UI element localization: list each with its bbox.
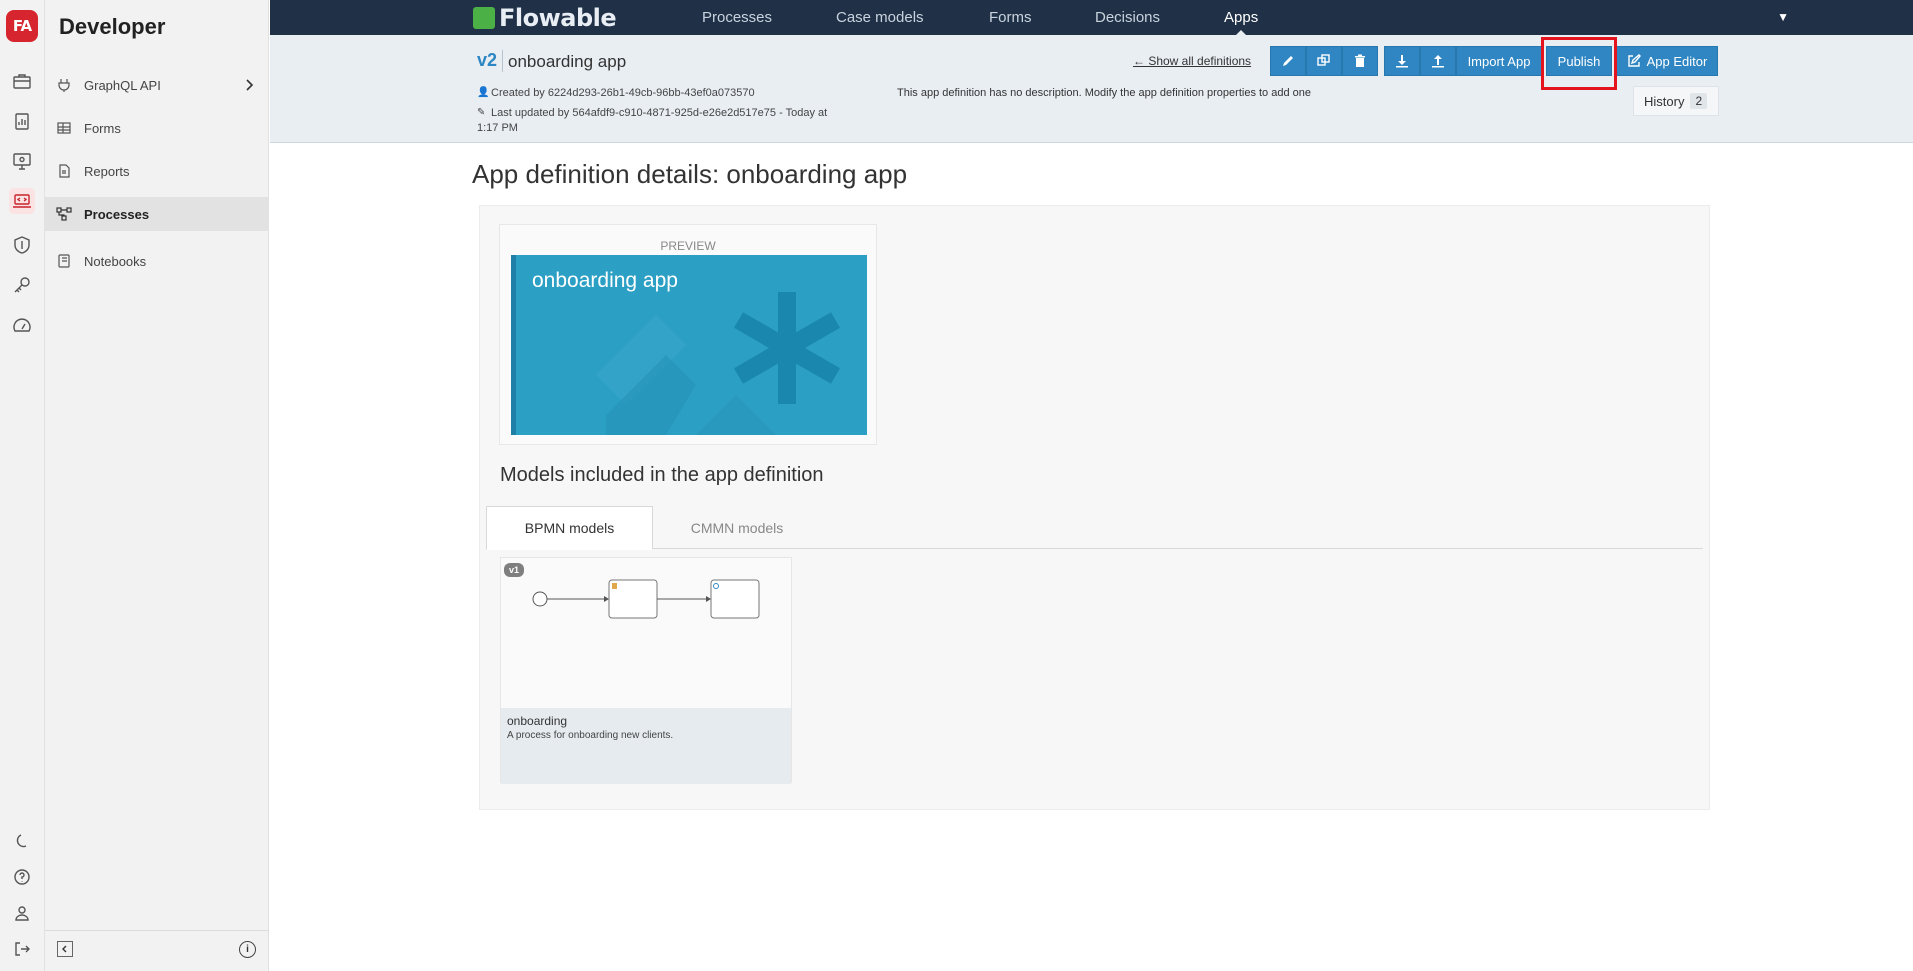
tab-bpmn-models[interactable]: BPMN models — [486, 506, 653, 550]
clipboard-chart-icon[interactable] — [9, 108, 35, 134]
sidebar-item-label: Processes — [84, 206, 150, 222]
sidebar-item-forms[interactable]: Forms — [45, 111, 269, 145]
model-card-footer: onboarding A process for onboarding new … — [501, 708, 791, 784]
tab-cmmn-models[interactable]: CMMN models — [653, 506, 821, 549]
divider — [502, 50, 503, 72]
updated-by: ✎ Last updated by 564afdf9-c910-4871-925… — [477, 107, 828, 119]
nav-case-models[interactable]: Case models — [836, 0, 924, 35]
nav-apps[interactable]: Apps — [1224, 0, 1258, 36]
edit-square-icon — [1627, 54, 1641, 67]
top-navigation: Flowable Processes Case models Forms Dec… — [270, 0, 1913, 36]
sidebar-item-processes[interactable]: Processes — [45, 197, 269, 231]
app-rail: FA — [0, 0, 45, 971]
collapse-sidebar-icon[interactable] — [57, 941, 73, 957]
created-by: 👤 Created by 6224d293-26b1-49cb-96bb-43e… — [477, 87, 755, 99]
sidebar-footer: i — [45, 930, 269, 971]
model-description: A process for onboarding new clients. — [507, 730, 674, 741]
app-editor-button[interactable]: App Editor — [1616, 46, 1718, 76]
nav-forms[interactable]: Forms — [989, 0, 1032, 35]
brand-logo[interactable]: Flowable — [473, 4, 617, 32]
flowable-logo-icon — [473, 7, 495, 29]
trash-icon — [1355, 54, 1365, 67]
bpmn-diagram-thumbnail — [532, 579, 760, 619]
models-section-title: Models included in the app definition — [500, 464, 824, 486]
notebook-icon — [55, 252, 73, 270]
app-tile-name: onboarding app — [532, 269, 678, 292]
app-description: This app definition has no description. … — [897, 87, 1311, 99]
logout-icon[interactable] — [9, 936, 35, 962]
upload-icon — [1432, 55, 1444, 68]
copy-icon — [1317, 54, 1330, 66]
process-icon — [55, 205, 73, 223]
edit-button[interactable] — [1270, 46, 1306, 76]
app-name: onboarding app — [508, 52, 627, 71]
nav-processes[interactable]: Processes — [702, 0, 772, 35]
key-icon[interactable] — [9, 272, 35, 298]
pencil-icon: ✎ — [477, 107, 486, 118]
moon-icon[interactable] — [9, 828, 35, 854]
duplicate-button[interactable] — [1306, 46, 1342, 76]
import-icon-button[interactable] — [1420, 46, 1456, 76]
sidebar-title: Developer — [59, 14, 166, 39]
table-icon — [55, 119, 73, 137]
briefcase-icon[interactable] — [9, 68, 35, 94]
report-icon — [55, 162, 73, 180]
nav-decisions[interactable]: Decisions — [1095, 0, 1160, 35]
sidebar: Developer GraphQL API Forms Reports Proc… — [45, 0, 269, 971]
app-tile[interactable]: onboarding app — [511, 255, 867, 435]
gauge-icon[interactable] — [9, 313, 35, 339]
info-icon[interactable]: i — [239, 941, 256, 958]
export-button[interactable] — [1384, 46, 1420, 76]
user-icon: 👤 — [477, 87, 490, 98]
sidebar-item-graphql-api[interactable]: GraphQL API — [45, 68, 269, 102]
history-count-badge: 2 — [1690, 93, 1708, 109]
publish-highlight-box — [1541, 37, 1617, 90]
monitor-settings-icon[interactable] — [9, 148, 35, 174]
preview-label: PREVIEW — [660, 239, 716, 253]
history-button[interactable]: History 2 — [1633, 86, 1719, 116]
sidebar-item-label: Reports — [84, 163, 130, 179]
plug-icon — [55, 76, 73, 94]
download-icon — [1396, 55, 1408, 68]
delete-button[interactable] — [1342, 46, 1378, 76]
user-icon[interactable] — [9, 900, 35, 926]
laptop-code-icon[interactable] — [9, 188, 35, 214]
updated-time: 1:17 PM — [477, 122, 518, 134]
model-tabs: BPMN models CMMN models — [486, 506, 1703, 550]
model-name: onboarding — [507, 714, 568, 728]
app-details-panel: PREVIEW onboarding app Models included i… — [479, 205, 1710, 810]
help-icon[interactable] — [9, 864, 35, 890]
sidebar-item-label: Forms — [84, 120, 121, 136]
pencil-icon — [1283, 56, 1293, 66]
sidebar-item-reports[interactable]: Reports — [45, 154, 269, 188]
shield-icon[interactable] — [9, 232, 35, 258]
page-title: App definition details: onboarding app — [472, 159, 908, 189]
app-preview: PREVIEW onboarding app — [499, 224, 877, 445]
app-logo[interactable]: FA — [6, 10, 38, 42]
sidebar-item-label: GraphQL API — [84, 77, 161, 93]
user-menu-chevron-down-icon[interactable]: ▼ — [1777, 10, 1789, 24]
import-app-button[interactable]: Import App — [1456, 46, 1542, 76]
sidebar-item-label: Notebooks — [84, 253, 147, 269]
chevron-right-icon[interactable] — [239, 75, 259, 95]
version-label: v2 — [477, 50, 498, 70]
sidebar-item-notebooks[interactable]: Notebooks — [45, 244, 269, 278]
show-all-definitions-link[interactable]: ← Show all definitions — [1133, 54, 1251, 68]
model-card[interactable]: v1 onboarding A process for onboarding n… — [500, 557, 792, 784]
